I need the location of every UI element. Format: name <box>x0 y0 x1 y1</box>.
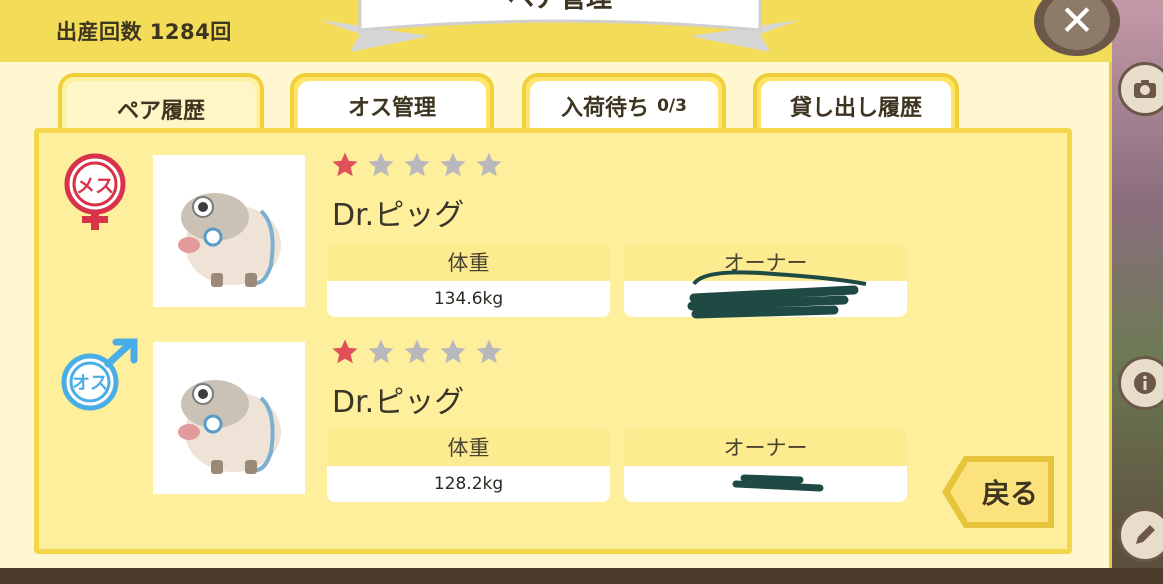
close-icon: ✕ <box>1044 0 1110 50</box>
weight-stat: 体重 134.6kg <box>327 243 610 317</box>
back-label: 戻る <box>981 477 1038 510</box>
info-icon <box>1134 372 1156 394</box>
star-empty-icon <box>476 339 502 364</box>
tab-male-management[interactable]: オス管理 <box>290 73 494 135</box>
star-empty-icon <box>368 152 394 177</box>
title-ribbon: ペア管理 <box>320 0 800 54</box>
tab-label: 貸し出し履歴 <box>789 96 922 121</box>
page-title: ペア管理 <box>320 0 800 15</box>
weight-label: 体重 <box>327 428 610 466</box>
star-filled-icon <box>332 339 358 364</box>
svg-text:メス: メス <box>76 175 114 197</box>
male-icon: オス <box>61 338 138 411</box>
pokemon-name: Dr.ピッグ <box>332 198 465 233</box>
tab-incoming[interactable]: 入荷待ち 0/3 <box>522 73 726 135</box>
camera-button[interactable] <box>1118 62 1163 116</box>
pencil-icon <box>1136 525 1155 544</box>
rating-stars <box>330 337 504 367</box>
background-floor <box>0 568 1163 584</box>
pokemon-portrait[interactable] <box>153 155 305 307</box>
pokemon-name: Dr.ピッグ <box>332 385 465 420</box>
rating-stars <box>330 150 504 180</box>
owner-label: オーナー <box>624 428 907 466</box>
star-empty-icon <box>440 339 466 364</box>
dr-pig-image <box>178 193 281 287</box>
edit-button[interactable] <box>1118 508 1163 562</box>
star-empty-icon <box>440 152 466 177</box>
star-empty-icon <box>476 152 502 177</box>
tab-label: オス管理 <box>347 96 436 121</box>
star-empty-icon <box>368 339 394 364</box>
svg-text:オス: オス <box>72 373 108 394</box>
birth-count-label: 出産回数 1284回 <box>56 20 232 44</box>
tab-label: ペア履歴 <box>116 99 205 124</box>
tab-count: 0/3 <box>657 96 687 116</box>
star-empty-icon <box>404 152 430 177</box>
tab-label: 入荷待ち <box>561 96 650 121</box>
weight-stat: 体重 128.2kg <box>327 428 610 502</box>
pair-management-panel: 出産回数 1284回 ペア管理 ✕ ペア履歴 オス管理 入荷待ち 0/3 貸し出… <box>0 0 1120 568</box>
dr-pig-image <box>178 380 281 474</box>
star-filled-icon <box>332 152 358 177</box>
weight-value: 134.6kg <box>433 289 504 309</box>
tab-lending-history[interactable]: 貸し出し履歴 <box>753 73 959 135</box>
info-button[interactable] <box>1118 356 1163 410</box>
redaction-scribble <box>732 474 824 492</box>
redaction-scribble <box>687 270 867 319</box>
weight-label: 体重 <box>327 243 610 281</box>
star-empty-icon <box>404 339 430 364</box>
pokemon-portrait[interactable] <box>153 342 305 494</box>
weight-value: 128.2kg <box>433 474 504 494</box>
back-button[interactable]: 戻る <box>940 452 1058 532</box>
camera-icon <box>1134 80 1156 98</box>
female-icon: メス <box>64 153 126 230</box>
